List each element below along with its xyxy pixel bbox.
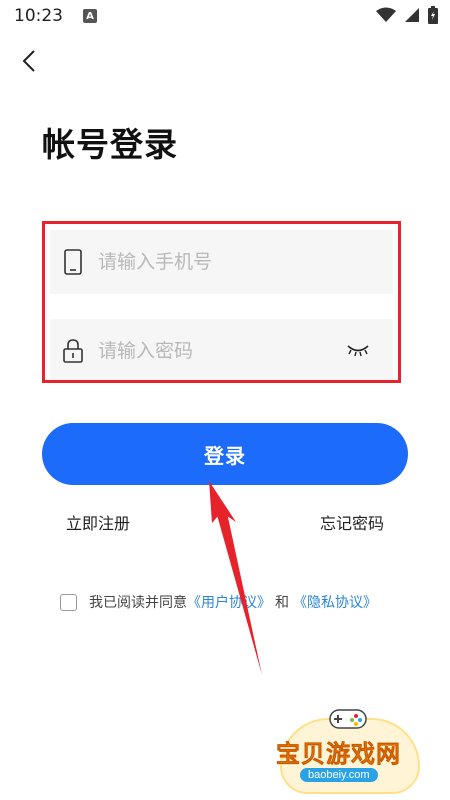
register-link[interactable]: 立即注册 xyxy=(66,510,130,534)
agreement-checkbox[interactable] xyxy=(60,593,77,611)
privacy-agreement-link[interactable]: 《隐私协议》 xyxy=(293,592,377,612)
watermark-brand: 宝贝游戏网 xyxy=(276,740,401,769)
agreement-and: 和 xyxy=(275,595,289,611)
wifi-icon xyxy=(376,7,396,22)
battery-icon xyxy=(428,6,438,24)
status-bar: 10:23 A xyxy=(0,0,450,32)
status-icons xyxy=(376,6,438,24)
login-button[interactable]: 登录 xyxy=(42,423,408,485)
chevron-left-icon xyxy=(22,50,35,72)
forgot-password-link[interactable]: 忘记密码 xyxy=(320,510,384,534)
user-agreement-link[interactable]: 《用户协议》 xyxy=(187,592,271,612)
agreement-prefix: 我已阅读并同意 xyxy=(89,595,187,611)
back-button[interactable] xyxy=(14,44,44,78)
signal-icon xyxy=(405,8,419,22)
agreement-row: 我已阅读并同意 《用户协议》 和 《隐私协议》 xyxy=(60,592,377,612)
gamepad-icon xyxy=(329,709,367,729)
highlight-annotation-box xyxy=(42,221,401,383)
watermark-url: baobeiy.com xyxy=(300,768,378,782)
status-time: 10:23 xyxy=(14,6,63,26)
watermark-logo: 宝贝游戏网 baobeiy.com xyxy=(272,700,432,795)
page-title: 帐号登录 xyxy=(42,125,178,164)
notification-a-icon: A xyxy=(83,9,97,23)
